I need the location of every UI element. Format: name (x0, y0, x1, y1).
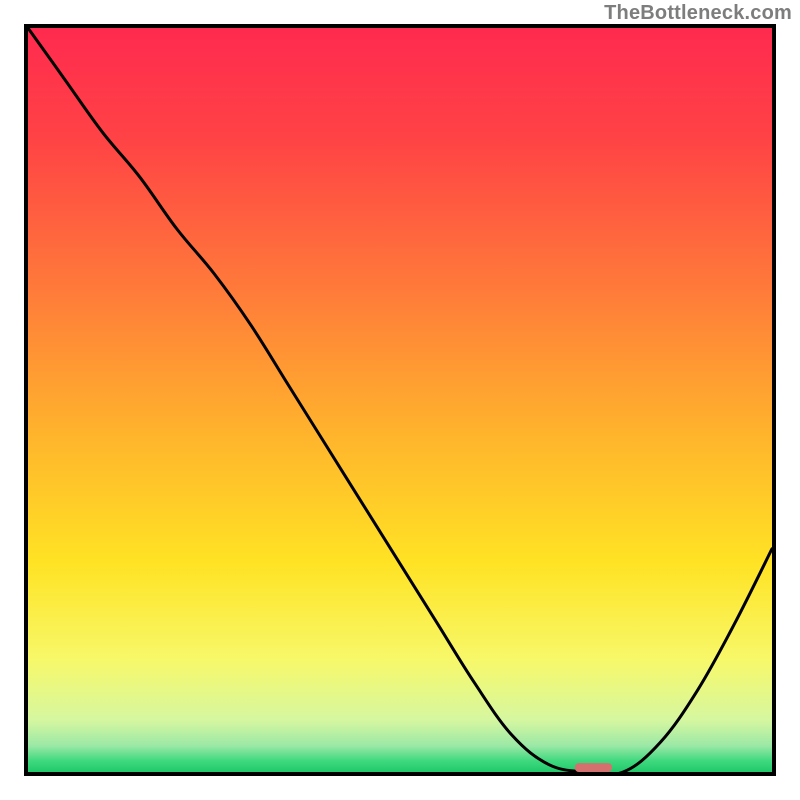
curve-svg (28, 28, 772, 772)
bottleneck-curve (28, 28, 772, 772)
watermark: TheBottleneck.com (604, 2, 792, 25)
plot-area (28, 28, 772, 772)
optimal-marker (575, 763, 612, 772)
chart-frame (24, 24, 776, 776)
